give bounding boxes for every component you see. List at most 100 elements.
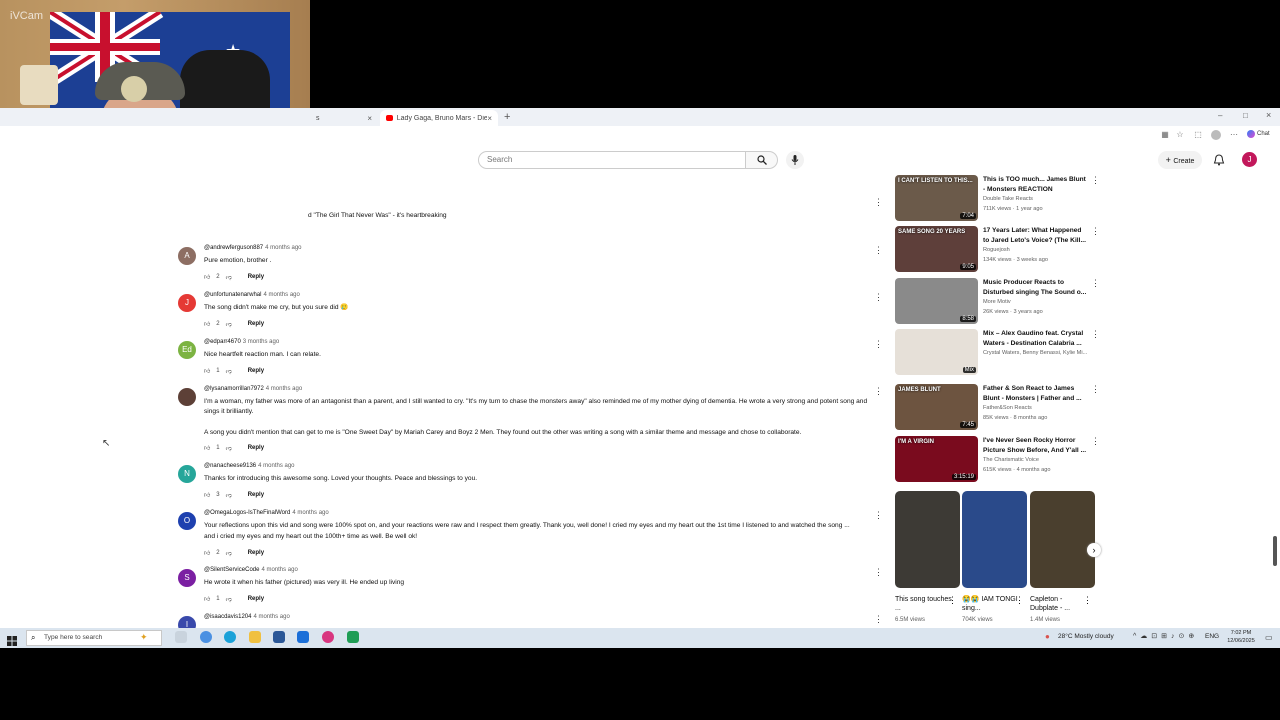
- comment-author[interactable]: @edparr4670: [204, 339, 241, 345]
- short-thumbnail[interactable]: [895, 491, 960, 588]
- like-icon[interactable]: 👍︎: [204, 444, 210, 452]
- weather-status[interactable]: 28°C Mostly cloudy: [1058, 633, 1114, 640]
- comment-author[interactable]: @OmegaLogos-IsTheFinalWord: [204, 510, 290, 516]
- dislike-icon[interactable]: 👎︎: [226, 444, 232, 452]
- sidebar-video-item[interactable]: Mix Mix – Alex Gaudino feat. Crystal Wate…: [895, 329, 1100, 375]
- favorite-icon[interactable]: ☆: [1175, 130, 1185, 140]
- terminal-icon[interactable]: [347, 631, 359, 643]
- notification-center-icon[interactable]: ▭: [1265, 633, 1273, 642]
- reply-button[interactable]: Reply: [248, 368, 264, 374]
- comment-avatar[interactable]: [178, 388, 196, 406]
- video-channel[interactable]: Crystal Waters, Benny Benassi, Kylie Mi.…: [983, 350, 1087, 356]
- comment-more-icon[interactable]: ⋮: [874, 510, 883, 521]
- video-thumbnail[interactable]: I'M A VIRGIN 3:15:19: [895, 436, 978, 482]
- minimize-button[interactable]: –: [1218, 111, 1222, 120]
- search-input[interactable]: Search: [478, 151, 746, 169]
- short-more-icon[interactable]: ⋮: [948, 595, 957, 606]
- video-more-icon[interactable]: ⋮: [1091, 329, 1100, 340]
- comment-timestamp[interactable]: 4 months ago: [263, 292, 299, 298]
- new-tab-button[interactable]: +: [504, 111, 510, 123]
- sidebar-video-item[interactable]: JAMES BLUNT 7:45 Father & Son React to Jam…: [895, 384, 1100, 430]
- short-title[interactable]: Capleton - Dubplate - ...: [1030, 595, 1090, 613]
- puzzle-icon[interactable]: ⬚: [1193, 130, 1203, 140]
- comment-avatar[interactable]: N: [178, 465, 196, 483]
- short-thumbnail[interactable]: [962, 491, 1027, 588]
- short-title[interactable]: 😭😭 IAM TONGI sing...: [962, 595, 1022, 613]
- comment-avatar[interactable]: O: [178, 512, 196, 530]
- reply-button[interactable]: Reply: [248, 550, 264, 556]
- short-more-icon[interactable]: ⋮: [1083, 595, 1092, 606]
- system-tray-icons[interactable]: ^☁⊡⊞♪⊙⊕: [1133, 632, 1198, 640]
- search-button[interactable]: [746, 151, 778, 169]
- extensions-icon[interactable]: ▦: [1160, 130, 1170, 140]
- comment-timestamp[interactable]: 4 months ago: [261, 567, 297, 573]
- dislike-icon[interactable]: 👎︎: [226, 491, 232, 499]
- tab-previous[interactable]: s ×: [310, 110, 378, 126]
- video-title[interactable]: 17 Years Later: What Happened to Jared L…: [983, 226, 1087, 245]
- comment-timestamp[interactable]: 4 months ago: [266, 386, 302, 392]
- comment-more-icon[interactable]: ⋮: [874, 292, 883, 303]
- video-more-icon[interactable]: ⋮: [1091, 278, 1100, 289]
- dislike-icon[interactable]: 👎︎: [226, 367, 232, 375]
- account-avatar[interactable]: J: [1242, 152, 1257, 167]
- video-thumbnail[interactable]: I CAN'T LISTEN TO THIS... 7:04: [895, 175, 978, 221]
- notifications-bell-icon[interactable]: [1213, 154, 1225, 166]
- language-indicator[interactable]: ENG: [1205, 633, 1219, 640]
- like-icon[interactable]: 👍︎: [204, 320, 210, 328]
- tab-youtube-video[interactable]: Lady Gaga, Bruno Mars - Die With ×: [380, 110, 498, 126]
- comment-avatar[interactable]: S: [178, 569, 196, 587]
- dislike-icon[interactable]: 👎︎: [226, 320, 232, 328]
- like-icon[interactable]: 👍︎: [204, 549, 210, 557]
- video-title[interactable]: Mix – Alex Gaudino feat. Crystal Waters …: [983, 329, 1087, 348]
- short-more-icon[interactable]: ⋮: [1015, 595, 1024, 606]
- reply-button[interactable]: Reply: [248, 321, 264, 327]
- app-icon[interactable]: [322, 631, 334, 643]
- comment-more-icon[interactable]: ⋮: [874, 245, 883, 256]
- maximize-button[interactable]: □: [1243, 111, 1248, 120]
- task-view-icon[interactable]: [175, 631, 187, 643]
- store-icon[interactable]: [273, 631, 285, 643]
- voice-search-button[interactable]: [786, 151, 804, 169]
- video-more-icon[interactable]: ⋮: [1091, 226, 1100, 237]
- short-title[interactable]: This song touches ...: [895, 595, 955, 613]
- close-icon[interactable]: ×: [487, 114, 492, 123]
- video-thumbnail[interactable]: JAMES BLUNT 7:45: [895, 384, 978, 430]
- profile-icon[interactable]: [1211, 130, 1221, 140]
- like-icon[interactable]: 👍︎: [204, 273, 210, 281]
- comment-author[interactable]: @lysanamorrillan7972: [204, 386, 264, 392]
- video-thumbnail[interactable]: Mix: [895, 329, 978, 375]
- reply-button[interactable]: Reply: [248, 492, 264, 498]
- comment-avatar[interactable]: Ed: [178, 341, 196, 359]
- reply-button[interactable]: Reply: [248, 274, 264, 280]
- close-icon[interactable]: ×: [367, 114, 372, 123]
- comment-author[interactable]: @nanacheese9136: [204, 463, 256, 469]
- sidebar-video-item[interactable]: I'M A VIRGIN 3:15:19 I've Never Seen Rocky…: [895, 436, 1100, 482]
- video-more-icon[interactable]: ⋮: [1091, 436, 1100, 447]
- video-thumbnail[interactable]: SAME SONG 20 YEARS 9:05: [895, 226, 978, 272]
- close-window-button[interactable]: ×: [1266, 110, 1271, 120]
- file-explorer-icon[interactable]: [249, 631, 261, 643]
- video-title[interactable]: Music Producer Reacts to Disturbed singi…: [983, 278, 1087, 297]
- comment-more-icon[interactable]: ⋮: [874, 339, 883, 350]
- comment-timestamp[interactable]: 4 months ago: [292, 510, 328, 516]
- comment-more-icon[interactable]: ⋮: [874, 614, 883, 625]
- comment-author[interactable]: @unfortunatenarwhal: [204, 292, 261, 298]
- comment-timestamp[interactable]: 4 months ago: [265, 245, 301, 251]
- create-button[interactable]: + Create: [1158, 151, 1202, 169]
- chrome-icon[interactable]: [200, 631, 212, 643]
- dislike-icon[interactable]: 👎︎: [226, 595, 232, 603]
- video-title[interactable]: This is TOO much... James Blunt - Monste…: [983, 175, 1087, 194]
- video-more-icon[interactable]: ⋮: [1091, 175, 1100, 186]
- sidebar-video-item[interactable]: SAME SONG 20 YEARS 9:05 17 Years Later: Wh…: [895, 226, 1100, 272]
- video-channel[interactable]: The Charismatic Voice: [983, 457, 1039, 463]
- reply-button[interactable]: Reply: [248, 445, 264, 451]
- comment-author[interactable]: @isaacdavis1204: [204, 614, 251, 620]
- sidebar-video-item[interactable]: I CAN'T LISTEN TO THIS... 7:04 This is TOO…: [895, 175, 1100, 221]
- like-icon[interactable]: 👍︎: [204, 367, 210, 375]
- video-channel[interactable]: More Motiv: [983, 299, 1011, 305]
- copilot-chat-button[interactable]: Chat: [1247, 130, 1270, 138]
- comment-avatar[interactable]: A: [178, 247, 196, 265]
- video-channel[interactable]: Double Take Reacts: [983, 196, 1033, 202]
- video-title[interactable]: Father & Son React to James Blunt - Mons…: [983, 384, 1087, 403]
- more-icon[interactable]: ⋯: [1229, 130, 1239, 140]
